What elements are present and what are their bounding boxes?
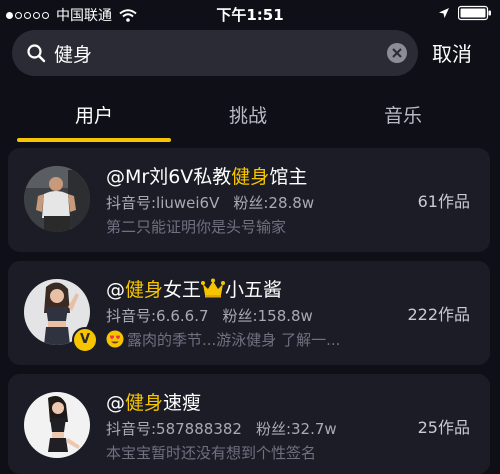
user-name: @Mr刘6V私教健身馆主	[106, 162, 307, 189]
user-signature: 第二只能证明你是头号输家	[106, 218, 287, 236]
crown-icon	[201, 278, 226, 298]
user-result-card[interactable]: V @健身女王 小五酱 抖音号:6.6.6.7 粉丝:158.8w 露肉的季节..…	[8, 261, 490, 365]
name-prefix: @	[106, 392, 125, 414]
tab-users[interactable]: 用户	[54, 101, 134, 128]
name-tail: 小五酱	[225, 279, 283, 301]
avatar[interactable]	[24, 392, 90, 458]
battery-icon	[458, 5, 491, 21]
avatar-photo	[24, 166, 90, 232]
cancel-button[interactable]: 取消	[432, 38, 472, 67]
works-count: 25作品	[417, 418, 470, 437]
douyin-id: 抖音号:liuwei6V	[106, 194, 220, 212]
tab-challenges[interactable]: 挑战	[208, 101, 288, 128]
user-meta: 抖音号:587888382 粉丝:32.7w	[106, 418, 337, 439]
user-signature: 本宝宝暂时还没有想到个性签名	[106, 444, 317, 462]
douyin-id: 抖音号:587888382	[106, 420, 242, 438]
user-meta: 抖音号:liuwei6V 粉丝:28.8w	[106, 192, 314, 213]
name-prefix: @Mr刘6V私教	[106, 166, 232, 188]
douyin-id: 抖音号:6.6.6.7	[106, 307, 209, 325]
location-arrow-icon	[439, 8, 449, 18]
signature-text: 露肉的季节...游泳健身 了解一...	[127, 331, 341, 349]
name-prefix: @	[106, 279, 125, 301]
status-bar: 中国联通 下午1:51	[0, 0, 500, 26]
name-highlight: 健身	[125, 279, 164, 301]
status-time: 下午1:51	[216, 6, 284, 24]
search-bar[interactable]: 健身	[12, 30, 418, 76]
fan-count: 粉丝:28.8w	[233, 194, 315, 212]
user-name: @健身女王 小五酱	[106, 275, 282, 302]
name-highlight: 健身	[231, 166, 270, 188]
name-suffix: 馆主	[269, 166, 308, 188]
name-suffix: 速瘦	[163, 392, 202, 414]
active-tab-indicator	[17, 138, 171, 142]
heart-eyes-emoji-icon	[106, 330, 124, 348]
clear-search-icon[interactable]	[386, 42, 408, 64]
user-signature: 露肉的季节...游泳健身 了解一...	[106, 329, 340, 350]
result-tabs: 用户 挑战 音乐	[0, 96, 500, 142]
fan-count: 粉丝:32.7w	[255, 420, 337, 438]
works-count: 222作品	[407, 305, 470, 324]
tab-music[interactable]: 音乐	[363, 101, 443, 128]
user-name: @健身速瘦	[106, 388, 201, 415]
search-icon	[27, 44, 46, 63]
name-suffix: 女王	[163, 279, 202, 301]
user-result-card[interactable]: @Mr刘6V私教健身馆主 抖音号:liuwei6V 粉丝:28.8w 第二只能证明…	[8, 148, 490, 252]
user-result-card[interactable]: @健身速瘦 抖音号:587888382 粉丝:32.7w 本宝宝暂时还没有想到个性…	[8, 374, 490, 474]
name-highlight: 健身	[125, 392, 164, 414]
avatar[interactable]	[24, 166, 90, 232]
fan-count: 粉丝:158.8w	[222, 307, 313, 325]
avatar-photo	[24, 392, 90, 458]
verified-badge: V	[72, 327, 98, 353]
works-count: 61作品	[417, 192, 470, 211]
search-input[interactable]: 健身	[54, 40, 92, 67]
user-meta: 抖音号:6.6.6.7 粉丝:158.8w	[106, 305, 313, 326]
